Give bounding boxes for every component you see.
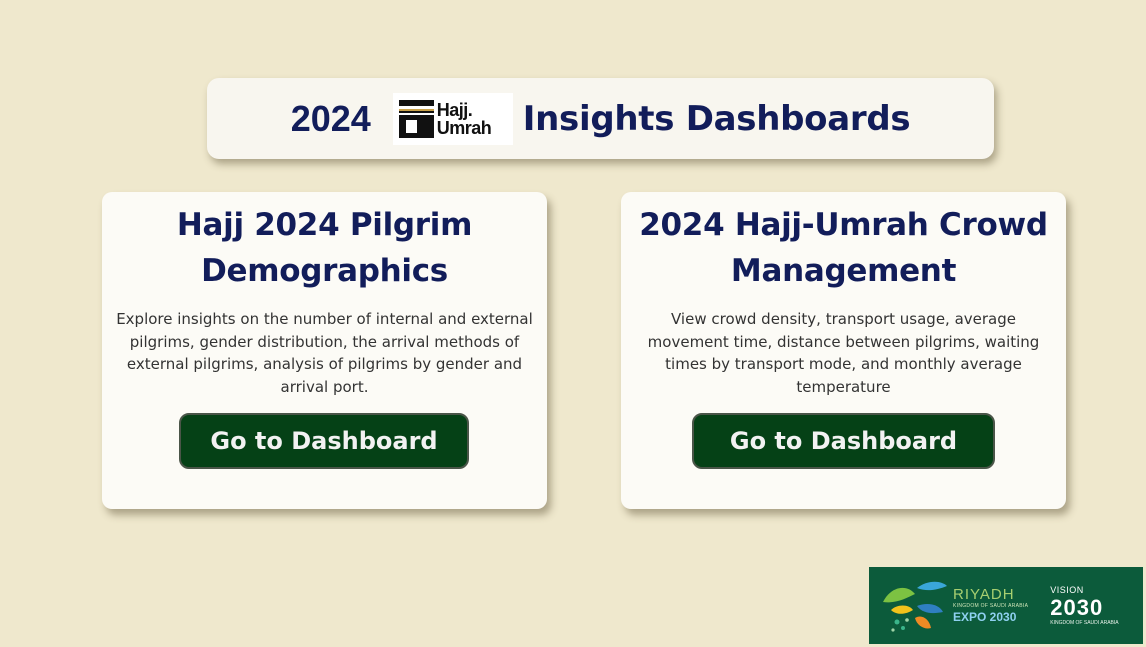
logo-text-hajj: Hajj. [436, 99, 473, 120]
header-year: 2024 [290, 97, 371, 139]
card-description: Explore insights on the number of intern… [116, 310, 533, 396]
vision-year: 2030 [1050, 594, 1104, 620]
expo-name: EXPO 2030 [953, 610, 1017, 624]
vision-2030-logo: VISION 2030 KINGDOM OF SAUDI ARABIA [1050, 585, 1118, 627]
vision-label: VISION [1050, 584, 1084, 595]
hajj-umrah-logo: Hajj. Umrah [392, 92, 513, 145]
expo-city: RIYADH [953, 586, 1015, 603]
footer-logos: RIYADH KINGDOM OF SAUDI ARABIA EXPO 2030… [869, 567, 1143, 644]
page-header: 2024 Hajj. Umrah Insights Dashboards [207, 78, 994, 159]
dashboard-card-demographics: Hajj 2024 Pilgrim Demographics Explore i… [102, 192, 547, 509]
card-description: View crowd density, transport usage, ave… [647, 310, 1040, 396]
page-title: Insights Dashboards [522, 98, 911, 139]
go-to-dashboard-button[interactable]: Go to Dashboard [692, 413, 995, 469]
dashboard-card-crowd-management: 2024 Hajj-Umrah Crowd Management View cr… [621, 192, 1066, 509]
go-to-dashboard-button[interactable]: Go to Dashboard [179, 413, 469, 469]
card-title: 2024 Hajj-Umrah Crowd Management [639, 207, 1048, 289]
expo-emblem-icon [883, 581, 947, 632]
card-title: Hajj 2024 Pilgrim Demographics [176, 207, 473, 289]
logo-text-umrah: Umrah [436, 117, 492, 138]
expo-subtitle: KINGDOM OF SAUDI ARABIA [953, 603, 1029, 609]
vision-subtitle: KINGDOM OF SAUDI ARABIA [1050, 619, 1119, 626]
kaaba-icon [398, 99, 434, 138]
